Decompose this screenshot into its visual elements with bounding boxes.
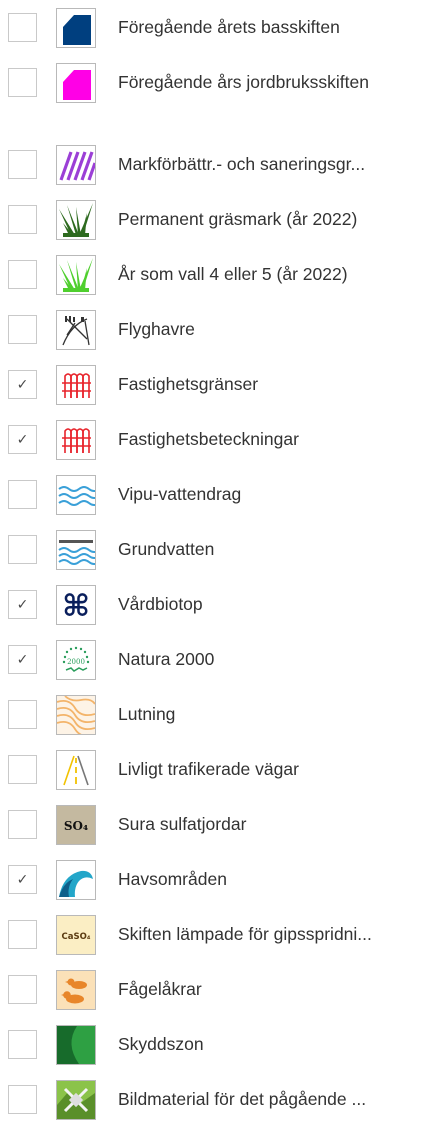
road-icon xyxy=(56,750,96,790)
layer-label: Föregående årets basskiften xyxy=(118,17,340,37)
layer-label: År som vall 4 eller 5 (år 2022) xyxy=(118,264,348,284)
layer-checkbox[interactable] xyxy=(8,810,37,839)
layer-checkbox[interactable] xyxy=(8,315,37,344)
layer-checkbox[interactable] xyxy=(8,13,37,42)
dark-blue-parcel-icon xyxy=(56,8,96,48)
layer-list: Föregående årets basskiften Föregående å… xyxy=(0,0,431,1136)
svg-text:⌘: ⌘ xyxy=(62,589,90,624)
so4-text: SO₄ xyxy=(64,819,88,833)
layer-label: Skiften lämpade för gipsspridni... xyxy=(118,924,372,944)
layer-checkbox[interactable] xyxy=(8,260,37,289)
sea-wave-icon xyxy=(56,860,96,900)
natura-2000-icon: 2000 xyxy=(56,640,96,680)
layer-checkbox[interactable] xyxy=(8,700,37,729)
layer-row-gipsspridning[interactable]: CaSO₄ Skiften lämpade för gipsspridni... xyxy=(0,907,431,962)
red-fence-icon xyxy=(56,420,96,460)
caso4-icon: CaSO₄ xyxy=(56,915,96,955)
layer-label: Bildmaterial för det pågående ... xyxy=(118,1089,367,1109)
layer-label: Sura sulfatjordar xyxy=(118,814,247,834)
layer-row-jordbruksskiften[interactable]: Föregående års jordbruksskiften xyxy=(0,55,431,110)
layer-checkbox[interactable] xyxy=(8,68,37,97)
layer-checkbox[interactable] xyxy=(8,205,37,234)
purple-hatch-icon xyxy=(56,145,96,185)
magenta-parcel-icon xyxy=(56,63,96,103)
light-grass-icon xyxy=(56,255,96,295)
layer-label: Natura 2000 xyxy=(118,649,215,669)
layer-row-trafikerade-vagar[interactable]: Livligt trafikerade vägar xyxy=(0,742,431,797)
layer-label: Livligt trafikerade vägar xyxy=(118,759,299,779)
biotope-symbol-icon: ⌘ xyxy=(56,585,96,625)
layer-row-vardbiotop[interactable]: ✓ ⌘ Vårdbiotop xyxy=(0,577,431,632)
layer-checkbox[interactable] xyxy=(8,150,37,179)
layer-label: Havsområden xyxy=(118,869,227,889)
layer-row-vipu-vattendrag[interactable]: Vipu-vattendrag xyxy=(0,467,431,522)
layer-label: Flyghavre xyxy=(118,319,195,339)
birds-icon xyxy=(56,970,96,1010)
layer-label: Grundvatten xyxy=(118,539,215,559)
slope-contour-icon xyxy=(56,695,96,735)
image-material-icon xyxy=(56,1080,96,1120)
layer-label: Fastighetsbeteckningar xyxy=(118,429,299,449)
groundwater-icon xyxy=(56,530,96,570)
layer-row-fagelakrar[interactable]: Fågelåkrar xyxy=(0,962,431,1017)
layer-row-sura-sulfatjordar[interactable]: SO₄ Sura sulfatjordar xyxy=(0,797,431,852)
layer-checkbox[interactable] xyxy=(8,480,37,509)
buffer-zone-icon xyxy=(56,1025,96,1065)
layer-row-havsomraden[interactable]: ✓ Havsområden xyxy=(0,852,431,907)
layer-checkbox[interactable]: ✓ xyxy=(8,865,37,894)
layer-row-bildmaterial[interactable]: Bildmaterial för det pågående ... xyxy=(0,1072,431,1127)
layer-label: Lutning xyxy=(118,704,176,724)
layer-row-lutning[interactable]: Lutning xyxy=(0,687,431,742)
layer-label: Skyddszon xyxy=(118,1034,204,1054)
so4-icon: SO₄ xyxy=(56,805,96,845)
wild-oat-icon xyxy=(56,310,96,350)
water-waves-icon xyxy=(56,475,96,515)
layer-row-grundvatten[interactable]: Grundvatten xyxy=(0,522,431,577)
layer-checkbox[interactable]: ✓ xyxy=(8,590,37,619)
layer-checkbox[interactable] xyxy=(8,920,37,949)
red-fence-icon xyxy=(56,365,96,405)
layer-row-permanent-grasmark[interactable]: Permanent gräsmark (år 2022) xyxy=(0,192,431,247)
layer-checkbox[interactable] xyxy=(8,1030,37,1059)
layer-row-vall[interactable]: År som vall 4 eller 5 (år 2022) xyxy=(0,247,431,302)
layer-row-fastighetsgranser[interactable]: ✓ Fastighetsgränser xyxy=(0,357,431,412)
layer-row-basskiften[interactable]: Föregående årets basskiften xyxy=(0,0,431,55)
layer-row-fastighetsbeteckningar[interactable]: ✓ Fastighetsbeteckningar xyxy=(0,412,431,467)
layer-row-natura-2000[interactable]: ✓ 2000 Natura 2000 xyxy=(0,632,431,687)
layer-label: Fågelåkrar xyxy=(118,979,202,999)
layer-label: Markförbättr.- och saneringsgr... xyxy=(118,154,366,174)
dark-grass-icon xyxy=(56,200,96,240)
layer-label: Föregående års jordbruksskiften xyxy=(118,72,369,92)
natura-2000-text: 2000 xyxy=(67,658,85,666)
layer-checkbox[interactable] xyxy=(8,1085,37,1114)
layer-checkbox[interactable]: ✓ xyxy=(8,645,37,674)
layer-checkbox[interactable] xyxy=(8,755,37,784)
layer-label: Vårdbiotop xyxy=(118,594,203,614)
layer-checkbox[interactable] xyxy=(8,975,37,1004)
layer-checkbox[interactable] xyxy=(8,535,37,564)
layer-row-markforbattring[interactable]: Markförbättr.- och saneringsgr... xyxy=(0,137,431,192)
layer-label: Vipu-vattendrag xyxy=(118,484,242,504)
layer-row-flyghavre[interactable]: Flyghavre xyxy=(0,302,431,357)
layer-label: Permanent gräsmark (år 2022) xyxy=(118,209,358,229)
layer-checkbox[interactable]: ✓ xyxy=(8,425,37,454)
layer-checkbox[interactable]: ✓ xyxy=(8,370,37,399)
caso4-text: CaSO₄ xyxy=(61,932,90,942)
layer-row-skyddszon[interactable]: Skyddszon xyxy=(0,1017,431,1072)
layer-label: Fastighetsgränser xyxy=(118,374,259,394)
